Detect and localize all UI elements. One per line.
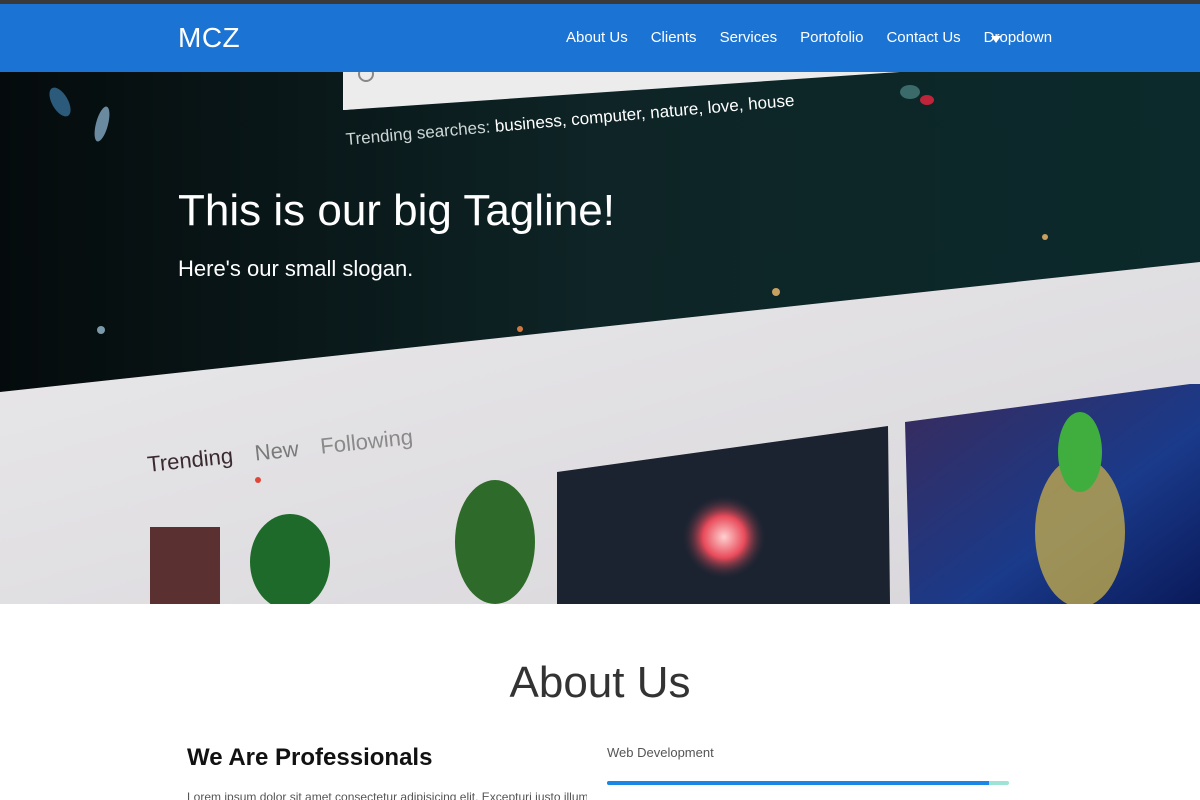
skill-label: Web Development (607, 745, 714, 760)
navbar: MCZ About Us Clients Services Portofolio… (0, 4, 1200, 72)
hero-slogan: Here's our small slogan. (178, 256, 414, 281)
hero-background-image (0, 72, 1200, 604)
hero-tagline: This is our big Tagline! (178, 186, 615, 235)
nav-link-services[interactable]: Services (720, 29, 778, 46)
nav-link-portfolio[interactable]: Portofolio (800, 29, 863, 46)
nav-link-clients[interactable]: Clients (651, 29, 697, 46)
background-tab-new: New (253, 436, 300, 466)
hero-section: Trending searches: business, computer, n… (0, 72, 1200, 604)
about-subheading: We Are Professionals (187, 744, 433, 771)
nav-link-about[interactable]: About Us (566, 29, 628, 46)
skill-progress-bar (607, 781, 1009, 785)
caret-down-icon[interactable] (991, 36, 1001, 43)
skill-progress-fill (607, 781, 989, 785)
brand-logo[interactable]: MCZ (178, 22, 240, 54)
about-body-text: Lorem ipsum dolor sit amet consectetur a… (187, 790, 587, 800)
nav-link-contact[interactable]: Contact Us (886, 29, 960, 46)
about-heading: About Us (509, 658, 691, 707)
